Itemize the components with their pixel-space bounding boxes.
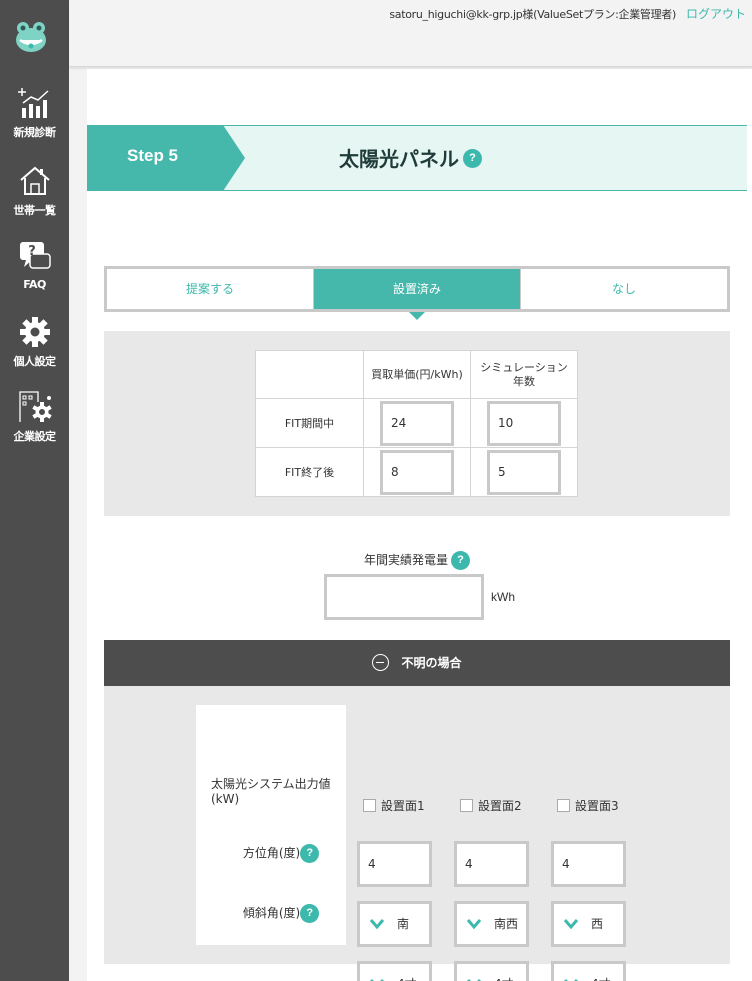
azimuth-label: 方位角(度) [242, 846, 301, 860]
collapse-minus-icon [372, 654, 390, 671]
azimuth-value: 南西 [494, 917, 519, 931]
output-input-2[interactable]: 4 [454, 841, 529, 887]
unknown-toggle-bar[interactable]: 不明の場合 [104, 640, 730, 686]
fit-table: 買取単価(円/kWh) シミュレーション年数 FIT期間中 24 10 FIT終… [255, 350, 578, 497]
unit-label: kWh [491, 590, 515, 604]
sidebar: 新規診断 世帯一覧 ? FAQ 個人設定 企業設定 [0, 0, 69, 981]
checkbox-box[interactable] [363, 799, 376, 812]
nav-personal-settings[interactable]: 個人設定 [0, 315, 69, 369]
gear-icon [19, 317, 50, 347]
post-fit-years-input[interactable]: 5 [487, 449, 561, 495]
surface-1-checkbox[interactable]: 設置面1 [363, 797, 425, 814]
faq-speech-bubble-icon: ? [19, 242, 51, 269]
surface-3-checkbox[interactable]: 設置面3 [557, 797, 619, 814]
logout-link[interactable]: ログアウト [686, 5, 746, 22]
fit-price-cell: 24 [363, 398, 471, 448]
tilt-value: 4寸 [591, 964, 611, 981]
chevron-down-icon [466, 919, 482, 930]
fit-header-years-text: シミュレーション年数 [480, 360, 568, 388]
help-icon[interactable]: ? [300, 904, 320, 923]
surface-label: 設置面3 [575, 799, 619, 813]
post-fit-price-input[interactable]: 8 [380, 449, 454, 495]
nav-personal-settings-label: 個人設定 [13, 355, 57, 368]
surface-2-checkbox[interactable]: 設置面2 [460, 797, 522, 814]
fit-header-years: シミュレーション年数 [470, 350, 578, 399]
tilt-select-3[interactable]: 4寸 [551, 961, 626, 981]
chevron-down-icon [369, 919, 385, 930]
fit-price-input[interactable]: 24 [380, 400, 454, 446]
page-title-text: 太陽光パネル [339, 147, 459, 171]
fit-years-input[interactable]: 10 [487, 400, 561, 446]
unknown-title: 不明の場合 [401, 656, 462, 670]
fit-years-cell: 10 [470, 398, 578, 448]
page-title: 太陽光パネル? [339, 143, 482, 172]
azimuth-value: 西 [591, 917, 604, 931]
surface-label: 設置面1 [381, 799, 425, 813]
top-header: satoru_higuchi@kk-grp.jp様(ValueSetプラン:企業… [69, 0, 752, 67]
annual-generation-label-text: 年間実績発電量 [364, 553, 449, 567]
azimuth-select-3[interactable]: 西 [551, 901, 626, 947]
azimuth-value: 南 [397, 917, 410, 931]
step-header: Step 5 太陽光パネル? [87, 125, 747, 191]
annual-generation-label: 年間実績発電量? [364, 551, 471, 570]
tab-propose[interactable]: 提案する [107, 269, 313, 309]
nav-company-settings[interactable]: 企業設定 [0, 390, 69, 444]
azimuth-label-wrap: 方位角(度)? [196, 844, 346, 863]
frog-logo-icon[interactable] [14, 20, 48, 54]
tab-none[interactable]: なし [520, 269, 727, 309]
table-row: FIT終了後 8 5 [255, 447, 578, 497]
tilt-label-wrap: 傾斜角(度)? [196, 904, 346, 923]
output-input-1[interactable]: 4 [357, 841, 432, 887]
chevron-down-icon [563, 919, 579, 930]
tilt-select-2[interactable]: 4寸 [454, 961, 529, 981]
azimuth-select-2[interactable]: 南西 [454, 901, 529, 947]
nav-household-list[interactable]: 世帯一覧 [0, 164, 69, 218]
new-diagnosis-chart-icon [17, 88, 49, 118]
fit-years-cell: 5 [470, 447, 578, 497]
installation-tabs: 提案する 設置済み なし [104, 266, 730, 320]
company-settings-icon [18, 391, 52, 422]
tilt-value: 4寸 [494, 964, 514, 981]
nav-new-diagnosis[interactable]: 新規診断 [0, 86, 69, 140]
fit-row-label: FIT期間中 [255, 398, 364, 448]
unknown-section: 太陽光システム出力値(kW) 方位角(度)? 傾斜角(度)? 設置面1 設置面2… [104, 686, 730, 981]
fit-header-price: 買取単価(円/kWh) [363, 350, 471, 399]
fit-header-blank [255, 350, 364, 399]
help-icon[interactable]: ? [451, 551, 471, 570]
fit-row-label: FIT終了後 [255, 447, 364, 497]
surface-label: 設置面2 [478, 799, 522, 813]
main-content: Step 5 太陽光パネル? 提案する 設置済み なし 買取単価(円/kWh) … [87, 69, 752, 981]
nav-household-list-label: 世帯一覧 [13, 204, 57, 217]
fit-section: 買取単価(円/kWh) シミュレーション年数 FIT期間中 24 10 FIT終… [104, 331, 730, 516]
checkbox-box[interactable] [460, 799, 473, 812]
nav-faq[interactable]: ? FAQ [0, 240, 69, 291]
row-label-column: 太陽光システム出力値(kW) 方位角(度)? 傾斜角(度)? [196, 705, 346, 945]
output-label: 太陽光システム出力値(kW) [211, 777, 331, 806]
tab-installed[interactable]: 設置済み [313, 269, 520, 320]
user-info: satoru_higuchi@kk-grp.jp様(ValueSetプラン:企業… [389, 8, 676, 21]
annual-generation-input[interactable] [324, 574, 484, 620]
tilt-value: 4寸 [397, 964, 417, 981]
help-icon[interactable]: ? [300, 844, 320, 863]
tilt-label: 傾斜角(度) [242, 906, 301, 920]
azimuth-select-1[interactable]: 南 [357, 901, 432, 947]
house-icon [19, 166, 50, 195]
nav-new-diagnosis-label: 新規診断 [13, 126, 57, 139]
table-row: FIT期間中 24 10 [255, 398, 578, 448]
nav-company-settings-label: 企業設定 [13, 430, 57, 443]
help-icon[interactable]: ? [463, 149, 482, 168]
tilt-select-1[interactable]: 4寸 [357, 961, 432, 981]
svg-text:?: ? [28, 244, 36, 259]
checkbox-box[interactable] [557, 799, 570, 812]
fit-table-header: 買取単価(円/kWh) シミュレーション年数 [255, 350, 578, 399]
output-input-3[interactable]: 4 [551, 841, 626, 887]
step-number: Step 5 [127, 146, 179, 165]
fit-price-cell: 8 [363, 447, 471, 497]
nav-faq-label: FAQ [23, 278, 46, 291]
